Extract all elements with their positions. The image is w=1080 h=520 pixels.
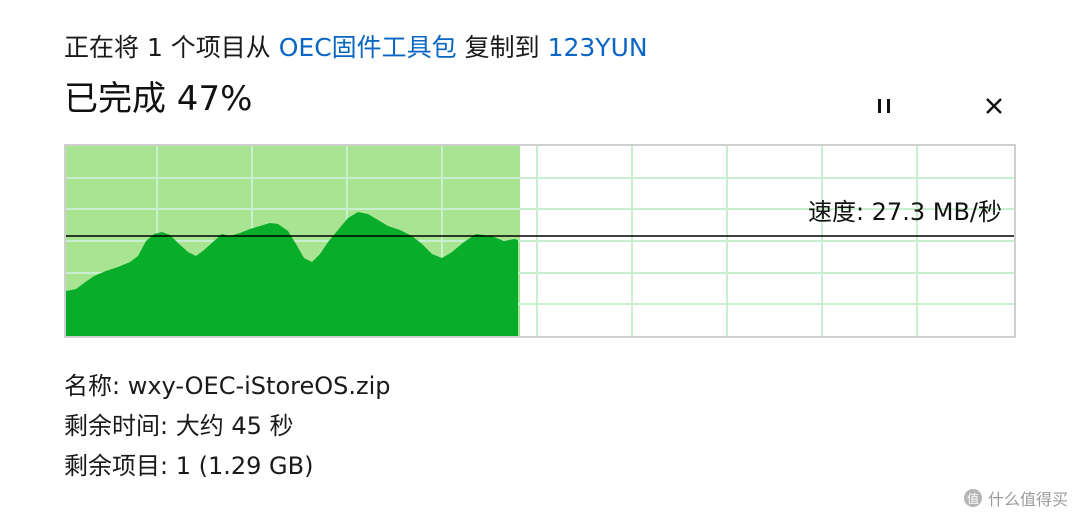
header-middle-text: 复制到 [456,33,548,62]
watermark: 值 什么值得买 [963,486,1068,510]
speed-label: 速度: 27.3 MB/秒 [807,198,1002,226]
transfer-speed-graph: 速度: 27.3 MB/秒 [64,144,1016,338]
items-remaining-row: 剩余项目: 1 (1.29 GB) [64,452,314,480]
close-icon [986,98,1002,114]
source-folder-link[interactable]: OEC固件工具包 [279,33,457,62]
progress-percent-label: 已完成 47% [64,79,253,119]
watermark-badge: 值 [963,489,982,507]
cancel-button[interactable] [974,86,1014,126]
copy-status-header: 正在将 1 个项目从 OEC固件工具包 复制到 123YUN [64,30,648,66]
watermark-text: 什么值得买 [987,490,1068,509]
file-name-row: 名称: wxy-OEC-iStoreOS.zip [64,372,391,400]
destination-folder-link[interactable]: 123YUN [548,33,648,62]
pause-icon [878,99,890,113]
speed-graph-canvas [66,146,1014,336]
time-remaining-row: 剩余时间: 大约 45 秒 [64,412,294,440]
transfer-details: 名称: wxy-OEC-iStoreOS.zip 剩余时间: 大约 45 秒 剩… [64,366,390,486]
header-prefix-text: 正在将 1 个项目从 [64,33,279,62]
pause-button[interactable] [864,86,904,126]
